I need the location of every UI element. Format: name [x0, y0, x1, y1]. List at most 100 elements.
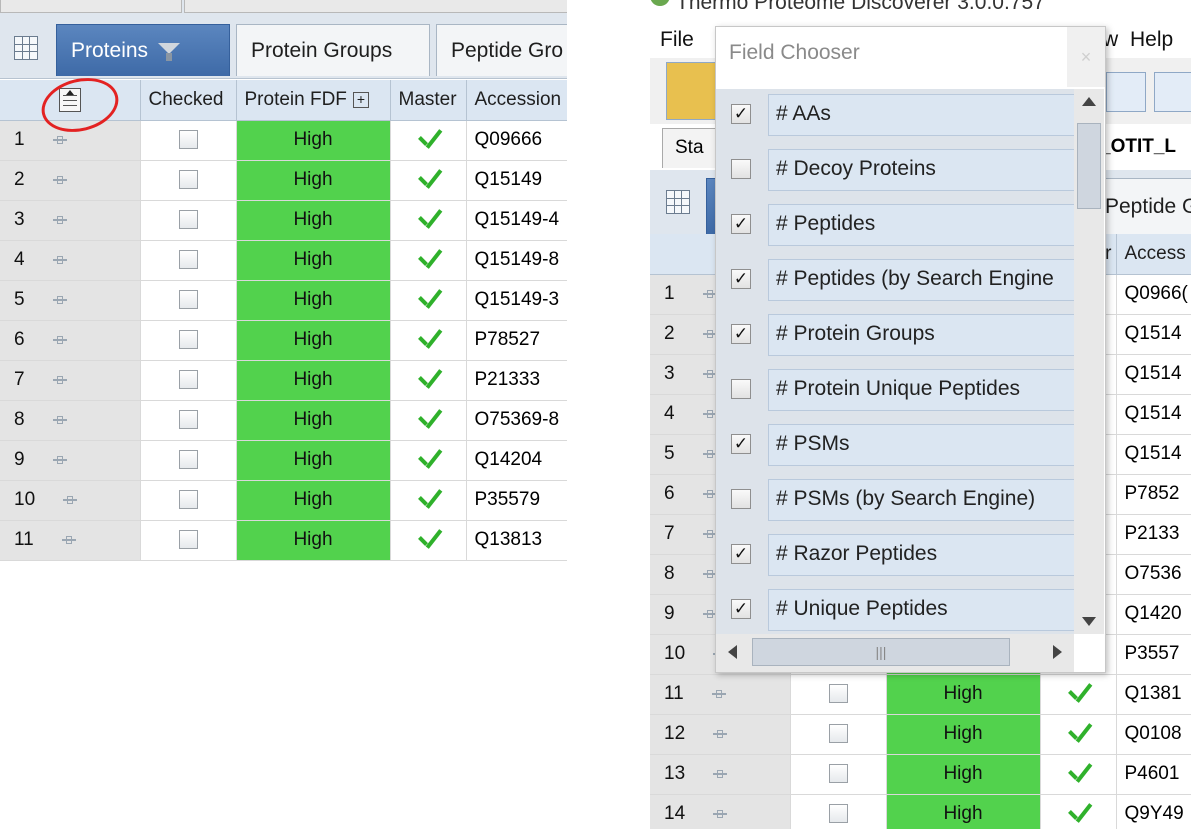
- field-item[interactable]: ✓ # AAs: [716, 89, 1074, 144]
- right-field-chooser-view: Thermo Proteome Discoverer 3.0.0.757 Fil…: [650, 0, 1191, 829]
- column-header-accession[interactable]: Accession: [466, 80, 567, 121]
- field-item[interactable]: # PSMs (by Search Engine): [716, 474, 1074, 529]
- scroll-down-arrow-icon[interactable]: [1082, 617, 1096, 626]
- row-checkbox[interactable]: [178, 330, 198, 350]
- scroll-right-arrow-icon[interactable]: [1053, 645, 1062, 659]
- field-item[interactable]: # Protein Unique Peptides: [716, 364, 1074, 419]
- column-header-protein-fdr[interactable]: Protein FDF +: [236, 80, 391, 121]
- scroll-up-arrow-icon[interactable]: [1082, 97, 1096, 106]
- row-checkbox[interactable]: [178, 490, 198, 510]
- pin-icon[interactable]: [63, 495, 78, 504]
- scroll-left-arrow-icon[interactable]: [728, 645, 737, 659]
- row-checkbox[interactable]: [178, 530, 198, 550]
- row-checkbox[interactable]: [178, 370, 198, 390]
- horizontal-scrollbar[interactable]: |||: [716, 634, 1074, 672]
- pin-icon[interactable]: [52, 415, 67, 424]
- table-row[interactable]: 7 High P21333: [0, 360, 567, 401]
- table-row[interactable]: 10 High P35579: [0, 480, 567, 521]
- document-tab[interactable]: Sta: [662, 128, 722, 168]
- field-item[interactable]: ✓ # Razor Peptides: [716, 529, 1074, 584]
- row-checkbox[interactable]: [828, 804, 848, 824]
- row-checkbox[interactable]: [828, 684, 848, 704]
- table-icon[interactable]: [1106, 72, 1146, 112]
- row-checkbox[interactable]: [828, 764, 848, 784]
- table-row[interactable]: 12 High Q0108: [650, 714, 1191, 755]
- table-row[interactable]: 3 High Q15149-4: [0, 200, 567, 241]
- row-number-cell: 4: [0, 240, 141, 281]
- field-checkbox[interactable]: ✓: [731, 104, 751, 124]
- accession-cell: Q0966(: [1116, 274, 1191, 315]
- field-checkbox[interactable]: ✓: [731, 214, 751, 234]
- table-row[interactable]: 2 High Q15149: [0, 160, 567, 201]
- field-checkbox[interactable]: ✓: [731, 324, 751, 344]
- tab-protein-groups[interactable]: Protein Groups: [236, 24, 430, 76]
- document-tab-fragment[interactable]: [0, 0, 182, 13]
- table-row[interactable]: 8 High O75369-8: [0, 400, 567, 441]
- field-checkbox[interactable]: ✓: [731, 599, 751, 619]
- row-checkbox[interactable]: [178, 250, 198, 270]
- pin-icon[interactable]: [52, 135, 67, 144]
- pin-icon[interactable]: [52, 295, 67, 304]
- document-tab-fragment[interactable]: [184, 0, 567, 13]
- scroll-thumb[interactable]: [1077, 123, 1101, 209]
- field-item[interactable]: ✓ # Peptides: [716, 199, 1074, 254]
- field-checkbox[interactable]: [731, 159, 751, 179]
- protein-fdr-cell: High: [236, 240, 391, 281]
- pin-icon[interactable]: [52, 335, 67, 344]
- table-row[interactable]: 4 High Q15149-8: [0, 240, 567, 281]
- layout-icon[interactable]: [1154, 72, 1191, 112]
- row-checkbox[interactable]: [178, 210, 198, 230]
- column-header-master[interactable]: Master: [390, 80, 467, 121]
- field-item[interactable]: ✓ # Peptides (by Search Engine: [716, 254, 1074, 309]
- row-number-cell: 14: [650, 794, 791, 829]
- pin-icon[interactable]: [52, 255, 67, 264]
- pin-icon[interactable]: [713, 769, 728, 778]
- pin-icon[interactable]: [713, 729, 728, 738]
- pin-icon[interactable]: [61, 535, 76, 544]
- table-row[interactable]: 9 High Q14204: [0, 440, 567, 481]
- field-item[interactable]: ✓ # Protein Groups: [716, 309, 1074, 364]
- field-item[interactable]: ✓ # PSMs: [716, 419, 1074, 474]
- pin-icon[interactable]: [52, 175, 67, 184]
- field-checkbox[interactable]: [731, 489, 751, 509]
- column-header-accession[interactable]: Access: [1116, 234, 1191, 275]
- row-number: 10: [664, 643, 686, 664]
- tab-peptide-groups[interactable]: Peptide Gro: [436, 24, 567, 76]
- pin-icon[interactable]: [52, 455, 67, 464]
- field-checkbox[interactable]: [731, 379, 751, 399]
- table-row[interactable]: 11 High Q1381: [650, 674, 1191, 715]
- pin-icon[interactable]: [52, 375, 67, 384]
- row-checkbox[interactable]: [828, 724, 848, 744]
- table-row[interactable]: 13 High P4601: [650, 754, 1191, 795]
- filter-icon[interactable]: [158, 41, 181, 61]
- row-checkbox[interactable]: [178, 410, 198, 430]
- table-row[interactable]: 11 High Q13813: [0, 520, 567, 561]
- column-header-checked[interactable]: Checked: [140, 80, 237, 121]
- field-item[interactable]: # Decoy Proteins: [716, 144, 1074, 199]
- tab-proteins[interactable]: Proteins: [56, 24, 230, 76]
- pin-icon[interactable]: [711, 689, 726, 698]
- accession-cell: O75369-8: [466, 400, 567, 441]
- scroll-thumb[interactable]: |||: [752, 638, 1010, 666]
- pin-icon[interactable]: [713, 809, 728, 818]
- master-cell: [390, 320, 467, 361]
- toolbar-button-icon[interactable]: [666, 62, 718, 120]
- row-checkbox[interactable]: [178, 170, 198, 190]
- expand-icon[interactable]: +: [352, 91, 369, 108]
- row-checkbox[interactable]: [178, 290, 198, 310]
- table-row[interactable]: 5 High Q15149-3: [0, 280, 567, 321]
- pin-icon[interactable]: [52, 215, 67, 224]
- table-row[interactable]: 6 High P78527: [0, 320, 567, 361]
- menu-file[interactable]: File: [660, 28, 694, 52]
- field-checkbox[interactable]: ✓: [731, 544, 751, 564]
- row-checkbox[interactable]: [178, 130, 198, 150]
- table-row[interactable]: 14 High Q9Y49: [650, 794, 1191, 829]
- field-item[interactable]: ✓ # Unique Peptides: [716, 584, 1074, 634]
- field-checkbox[interactable]: ✓: [731, 269, 751, 289]
- field-checkbox[interactable]: ✓: [731, 434, 751, 454]
- vertical-scrollbar[interactable]: [1074, 89, 1104, 634]
- close-button[interactable]: ×: [1067, 27, 1105, 87]
- checkmark-icon: [1065, 803, 1091, 825]
- menu-help[interactable]: Help: [1130, 28, 1173, 52]
- row-checkbox[interactable]: [178, 450, 198, 470]
